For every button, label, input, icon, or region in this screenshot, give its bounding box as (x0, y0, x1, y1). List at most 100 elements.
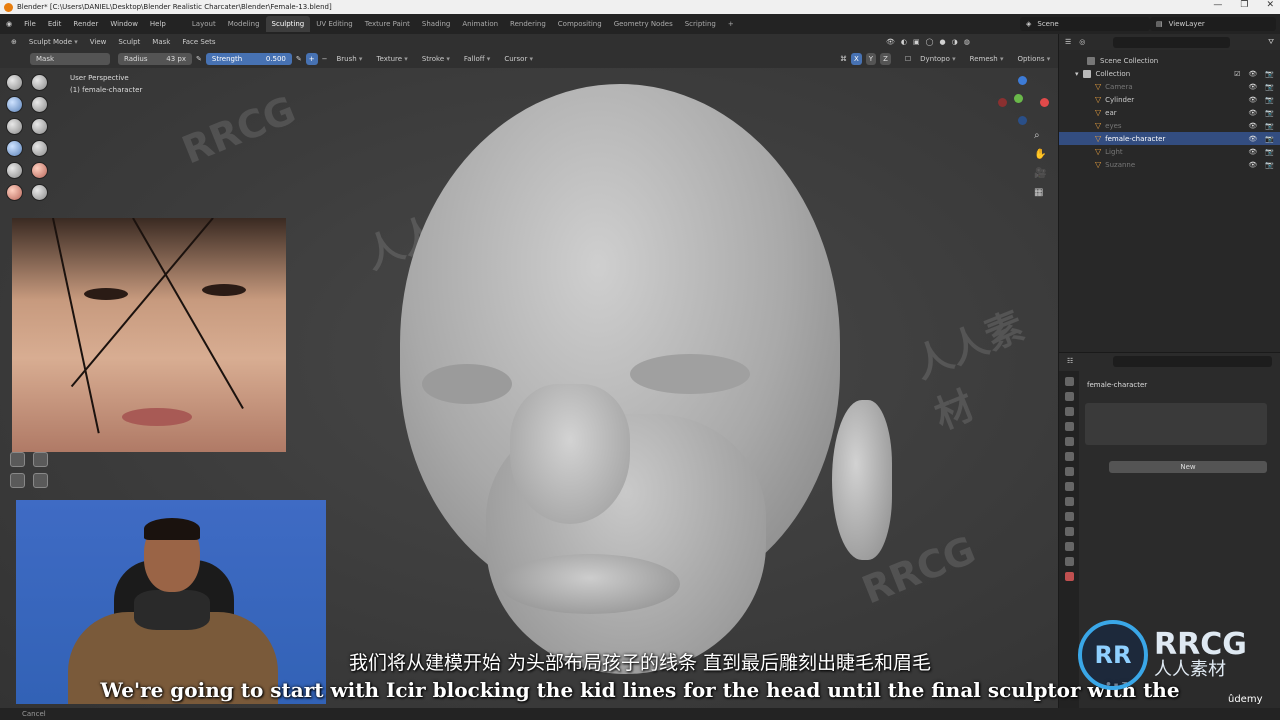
visibility-icon[interactable]: 👁 (886, 38, 895, 46)
stroke-dropdown[interactable]: Stroke (417, 53, 455, 65)
tab-texture-paint[interactable]: Texture Paint (359, 16, 416, 32)
outliner-collection[interactable]: ▾ Collection ☑ 👁 📷 (1059, 67, 1280, 80)
menu-face-sets[interactable]: Face Sets (177, 36, 220, 48)
navigation-gizmo[interactable] (994, 76, 1050, 132)
outliner-item-light[interactable]: ▽ Light 👁 📷 (1059, 145, 1280, 158)
collection-tab-icon[interactable] (1064, 467, 1074, 476)
eye-icon[interactable]: 👁 (1248, 70, 1257, 78)
menu-file[interactable]: File (18, 20, 42, 28)
tab-rendering[interactable]: Rendering (504, 16, 552, 32)
symmetry-z-toggle[interactable]: Z (880, 53, 891, 65)
outliner-editor-icon[interactable]: ☰ (1065, 38, 1071, 46)
xray-icon[interactable]: ▣ (913, 38, 920, 46)
menu-mask[interactable]: Mask (147, 36, 175, 48)
texture-dropdown[interactable]: Texture (371, 53, 412, 65)
outliner-item-eyes[interactable]: ▽ eyes 👁 📷 (1059, 119, 1280, 132)
clay-strips-brush-icon[interactable] (31, 96, 48, 113)
fill-brush-icon[interactable] (6, 184, 23, 201)
view-layer-selector[interactable]: ▤ ViewLayer (1150, 17, 1276, 31)
options-dropdown[interactable]: Options (1012, 53, 1055, 65)
menu-view[interactable]: View (85, 36, 112, 48)
scene-selector[interactable]: ◈ Scene (1020, 17, 1150, 31)
maximize-button[interactable]: ❐ (1240, 0, 1248, 10)
blob-brush-icon[interactable] (6, 140, 23, 157)
add-workspace-button[interactable]: + (722, 16, 740, 32)
editor-type-icon[interactable]: ⊕ (6, 36, 22, 48)
ortho-grid-icon[interactable]: ▦ (1034, 187, 1046, 198)
modifier-tab-icon[interactable] (1064, 497, 1074, 506)
overlays-icon[interactable]: ◐ (901, 38, 907, 46)
close-button[interactable]: ✕ (1266, 0, 1274, 10)
tab-sculpting[interactable]: Sculpting (265, 16, 311, 32)
tab-animation[interactable]: Animation (456, 16, 504, 32)
mode-selector[interactable]: Sculpt Mode (24, 36, 83, 48)
3d-viewport[interactable]: RRCG 人人素材 RRCG 人人素材 人人素材 RRCG User Persp… (0, 68, 1058, 708)
blender-menu-icon[interactable]: ◉ (0, 20, 18, 28)
flatten-brush-icon[interactable] (31, 162, 48, 179)
wireframe-shading-icon[interactable]: ◯ (926, 38, 934, 46)
draw-sharp-brush-icon[interactable] (31, 74, 48, 91)
remesh-dropdown[interactable]: Remesh (965, 53, 1009, 65)
outliner-item-ear[interactable]: ▽ ear 👁 📷 (1059, 106, 1280, 119)
pan-hand-icon[interactable]: ✋ (1034, 149, 1046, 160)
gizmo-x-axis[interactable] (1040, 98, 1049, 107)
filter-icon[interactable]: ⛛ (1268, 38, 1274, 47)
checkbox-icon[interactable]: ☑ (1234, 70, 1240, 78)
camera-icon[interactable]: 📷 (1265, 148, 1274, 156)
scrape-brush-icon[interactable] (31, 184, 48, 201)
gizmo-neg-z-axis[interactable] (1018, 116, 1027, 125)
box-mask-icon[interactable] (10, 452, 25, 467)
eye-icon[interactable]: 👁 (1248, 96, 1257, 104)
box-face-set-icon[interactable] (33, 452, 48, 467)
tab-scripting[interactable]: Scripting (679, 16, 722, 32)
eye-icon[interactable]: 👁 (1248, 161, 1257, 169)
gizmo-z-axis[interactable] (1018, 76, 1027, 85)
collapse-arrow-icon[interactable]: ▾ (1075, 70, 1079, 78)
zoom-icon[interactable]: ⌕ (1034, 130, 1046, 141)
tool-tab-icon[interactable] (1064, 377, 1074, 386)
cursor-dropdown[interactable]: Cursor (499, 53, 538, 65)
properties-editor-icon[interactable]: ☷ (1067, 357, 1073, 365)
layer-brush-icon[interactable] (6, 118, 23, 135)
add-direction-button[interactable]: + (305, 53, 318, 65)
output-tab-icon[interactable] (1064, 407, 1074, 416)
camera-icon[interactable]: 📷 (1265, 135, 1274, 143)
eye-icon[interactable]: 👁 (1248, 135, 1257, 143)
camera-icon[interactable]: 📷 (1265, 83, 1274, 91)
inflate-brush-icon[interactable] (31, 118, 48, 135)
camera-icon[interactable]: 📷 (1265, 122, 1274, 130)
camera-icon[interactable]: 📷 (1265, 70, 1274, 78)
outliner-item-suzanne[interactable]: ▽ Suzanne 👁 📷 (1059, 158, 1280, 171)
clay-brush-icon[interactable] (6, 96, 23, 113)
new-material-button[interactable]: New (1109, 461, 1267, 473)
scene-tab-icon[interactable] (1064, 437, 1074, 446)
tab-uv-editing[interactable]: UV Editing (310, 16, 359, 32)
material-tab-icon[interactable] (1064, 572, 1074, 581)
subtract-direction-button[interactable]: − (322, 55, 328, 63)
object-tab-icon[interactable] (1064, 482, 1074, 491)
rendered-shading-icon[interactable]: ◍ (964, 38, 970, 46)
symmetry-x-toggle[interactable]: X (851, 53, 862, 65)
outliner-search-input[interactable] (1113, 36, 1231, 48)
view-layer-tab-icon[interactable] (1064, 422, 1074, 431)
brush-name-field[interactable]: Mask (30, 53, 110, 65)
eye-icon[interactable]: 👁 (1248, 148, 1257, 156)
outliner-display-mode-icon[interactable]: ◎ (1079, 38, 1085, 46)
brush-dropdown[interactable]: Brush (332, 53, 368, 65)
menu-help[interactable]: Help (144, 20, 172, 28)
constraints-tab-icon[interactable] (1064, 542, 1074, 551)
world-tab-icon[interactable] (1064, 452, 1074, 461)
outliner-item-camera[interactable]: ▽ Camera 👁 📷 (1059, 80, 1280, 93)
outliner-item-female-character[interactable]: ▽ female-character 👁 📷 (1059, 132, 1280, 145)
tab-layout[interactable]: Layout (186, 16, 222, 32)
strength-field[interactable]: Strength 0.500 (205, 53, 292, 65)
solid-shading-icon[interactable]: ● (939, 38, 945, 46)
data-tab-icon[interactable] (1064, 557, 1074, 566)
particles-tab-icon[interactable] (1064, 512, 1074, 521)
gizmo-neg-x-axis[interactable] (998, 98, 1007, 107)
eye-icon[interactable]: 👁 (1248, 122, 1257, 130)
tab-geometry-nodes[interactable]: Geometry Nodes (608, 16, 679, 32)
camera-icon[interactable]: 📷 (1265, 161, 1274, 169)
draw-brush-icon[interactable] (6, 74, 23, 91)
outliner-root[interactable]: Scene Collection (1059, 54, 1280, 67)
